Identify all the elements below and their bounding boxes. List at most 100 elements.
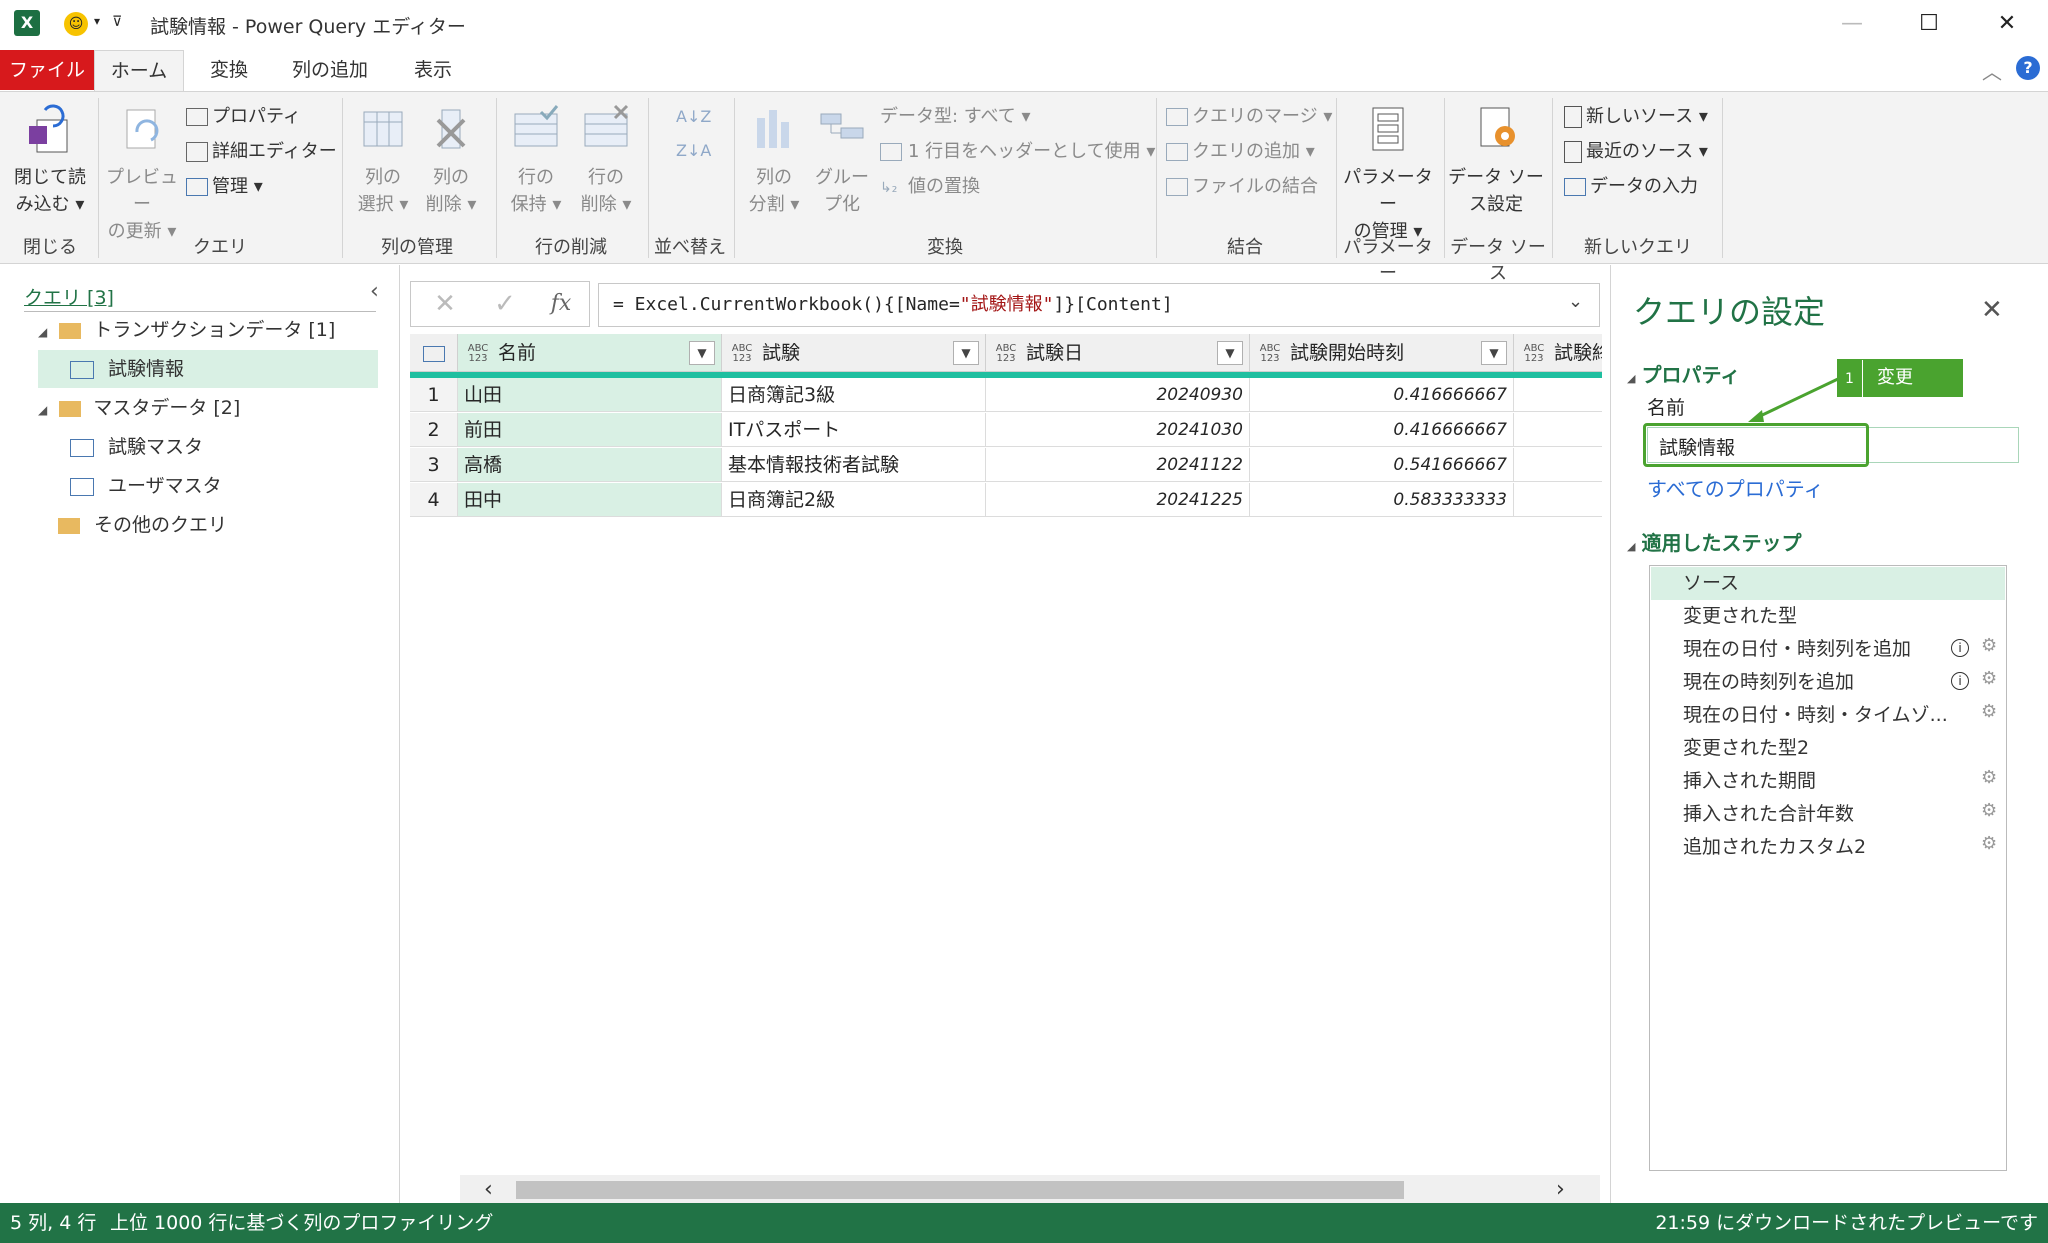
split-column-button[interactable]: 列の 分割 ▾ [740,102,808,218]
append-queries-button[interactable]: クエリの追加 ▾ [1166,137,1315,167]
close-settings-icon[interactable]: ✕ [1981,295,2003,325]
step-settings-gear-icon[interactable]: ⚙ [1981,635,1997,656]
tab-file[interactable]: ファイル [0,50,94,90]
table-menu-cell[interactable] [410,334,458,372]
step-settings-gear-icon[interactable]: ⚙ [1981,767,1997,788]
step-label[interactable]: 変更された型 [1683,600,1983,633]
minimize-button[interactable]: — [1827,8,1877,40]
query-group-transaction[interactable]: ◢ トランザクションデータ [1] [38,311,335,349]
scroll-left-icon[interactable]: ‹ [484,1177,493,1202]
status-profiling[interactable]: 上位 1000 行に基づく列のプロファイリング [110,1203,493,1243]
refresh-preview-button[interactable]: プレビュー の更新 ▾ [100,102,184,245]
horizontal-scrollbar[interactable]: ‹ › [460,1175,1600,1205]
query-group-master[interactable]: ◢ マスタデータ [2] [38,389,240,427]
sort-descending-button[interactable]: Z↓A [676,136,711,166]
keep-rows-button[interactable]: 行の 保持 ▾ [502,102,570,218]
filter-dropdown-icon[interactable]: ▼ [1481,341,1507,365]
expand-triangle-icon: ◢ [38,325,48,339]
replace-values-button[interactable]: ↳₂ 値の置換 [880,172,980,202]
column-header-exam[interactable]: ABC 123 試験 ▼ [722,334,986,372]
advanced-editor-button[interactable]: 詳細エディター [186,137,337,167]
step-label[interactable]: 挿入された合計年数 [1683,798,1963,831]
filter-dropdown-icon[interactable]: ▼ [1217,341,1243,365]
type-any-icon: ABC 123 [1259,342,1281,364]
sort-ascending-button[interactable]: A↓Z [676,102,711,132]
qat-customize-icon[interactable]: ⊽ [112,14,122,30]
type-any-icon: ABC 123 [731,342,753,364]
choose-columns-icon [363,111,403,147]
query-item-user-master[interactable]: ユーザマスタ [70,467,222,505]
data-type-dropdown[interactable]: データ型: すべて ▾ [880,102,1031,132]
step-info-icon[interactable]: i [1951,672,1969,690]
step-settings-gear-icon[interactable]: ⚙ [1981,701,1997,722]
close-and-load-button[interactable]: 閉じて読 み込む ▾ [8,102,92,218]
status-bar: 5 列, 4 行 上位 1000 行に基づく列のプロファイリング 21:59 に… [0,1203,2048,1243]
maximize-button[interactable]: ☐ [1904,8,1954,40]
all-properties-link[interactable]: すべてのプロパティ [1647,473,1824,502]
advanced-editor-icon [186,142,208,162]
collapse-pane-icon[interactable]: ‹ [370,279,379,304]
filter-dropdown-icon[interactable]: ▼ [953,341,979,365]
column-header-exam-start-time[interactable]: ABC 123 試験開始時刻 ▼ [1250,334,1514,372]
cancel-formula-icon[interactable]: ✕ [422,281,468,327]
properties-icon [186,108,208,126]
qat-dropdown-icon[interactable]: ▾ [94,14,100,28]
use-first-row-as-headers-button[interactable]: 1 行目をヘッダーとして使用 ▾ [880,137,1155,167]
step-label[interactable]: 変更された型2 [1683,732,1983,765]
query-name-value: 試験情報 [1659,437,1736,459]
column-header-name[interactable]: ABC 123 名前 ▼ [458,334,722,372]
step-settings-gear-icon[interactable]: ⚙ [1981,800,1997,821]
scroll-right-icon[interactable]: › [1556,1177,1565,1202]
smiley-feedback-icon[interactable]: ☺ [64,12,88,36]
table-row: 3 高橋 基本情報技術者試験 20241122 0.541666667 [410,448,1602,483]
group-by-button[interactable]: グルー プ化 [808,102,876,218]
sort-asc-icon: A↓Z [676,107,712,126]
step-settings-gear-icon[interactable]: ⚙ [1981,668,1997,689]
properties-button[interactable]: プロパティ [186,102,301,132]
expand-triangle-icon: ◢ [38,403,48,417]
tab-view[interactable]: 表示 [398,50,468,90]
collapse-ribbon-icon[interactable]: ︿ [1982,56,2002,85]
step-label[interactable]: 追加されたカスタム2 [1683,831,1963,864]
expand-formula-icon[interactable]: ⌄ [1568,291,1583,312]
filter-dropdown-icon[interactable]: ▼ [689,341,715,365]
ribbon: 閉じて読 み込む ▾ 閉じる プレビュー の更新 ▾ プロパティ 詳細エディター… [0,91,2048,284]
tab-add-column[interactable]: 列の追加 [280,50,380,90]
scroll-thumb[interactable] [516,1181,1404,1199]
query-group-other[interactable]: その他のクエリ [58,506,227,544]
manage-button[interactable]: 管理 ▾ [186,172,263,202]
close-window-button[interactable]: ✕ [1982,8,2032,40]
tab-transform[interactable]: 変換 [194,50,264,90]
step-settings-gear-icon[interactable]: ⚙ [1981,833,1997,854]
merge-queries-button[interactable]: クエリのマージ ▾ [1166,102,1332,132]
step-label[interactable]: 挿入された期間 [1683,765,1963,798]
step-label[interactable]: 現在の日付・時刻列を追加 [1683,633,1933,666]
query-item-shiken-master[interactable]: 試験マスタ [70,428,203,466]
formula-input[interactable]: = Excel.CurrentWorkbook(){[Name="試験情報"]}… [598,283,1600,327]
choose-columns-button[interactable]: 列の 選択 ▾ [350,102,416,218]
queries-pane-header[interactable]: クエリ [3] [24,283,114,310]
query-item-shiken-joho[interactable]: 試験情報 [38,350,378,388]
remove-rows-button[interactable]: 行の 削除 ▾ [572,102,640,218]
combine-files-button[interactable]: ファイルの結合 [1166,172,1318,202]
remove-columns-button[interactable]: 列の 削除 ▾ [418,102,484,218]
step-info-icon[interactable]: i [1951,639,1969,657]
table-menu-icon [422,345,445,362]
recent-sources-button[interactable]: 最近のソース ▾ [1564,137,1708,167]
tab-home[interactable]: ホーム [94,50,184,92]
properties-section-title[interactable]: ◢ プロパティ [1627,359,1740,388]
enter-data-button[interactable]: データの入力 [1564,172,1698,202]
group-label-query: クエリ [193,237,247,258]
commit-formula-icon[interactable]: ✓ [482,281,528,327]
column-header-exam-date[interactable]: ABC 123 試験日 ▼ [986,334,1250,372]
applied-steps-title[interactable]: ◢ 適用したステップ [1627,527,1801,556]
new-source-button[interactable]: 新しいソース ▾ [1564,102,1708,132]
data-source-settings-button[interactable]: データ ソー ス設定 [1448,102,1544,218]
fx-icon[interactable]: fx [538,281,584,327]
help-icon[interactable]: ? [2016,56,2040,80]
group-by-icon [820,113,864,139]
column-header-exam-end[interactable]: ABC123 試験終 [1514,334,1602,372]
step-label[interactable]: 現在の日付・時刻・タイムゾ... [1683,699,1973,732]
manage-parameters-button[interactable]: パラメーター の管理 ▾ [1340,102,1436,245]
step-label[interactable]: 現在の時刻列を追加 [1683,666,1933,699]
